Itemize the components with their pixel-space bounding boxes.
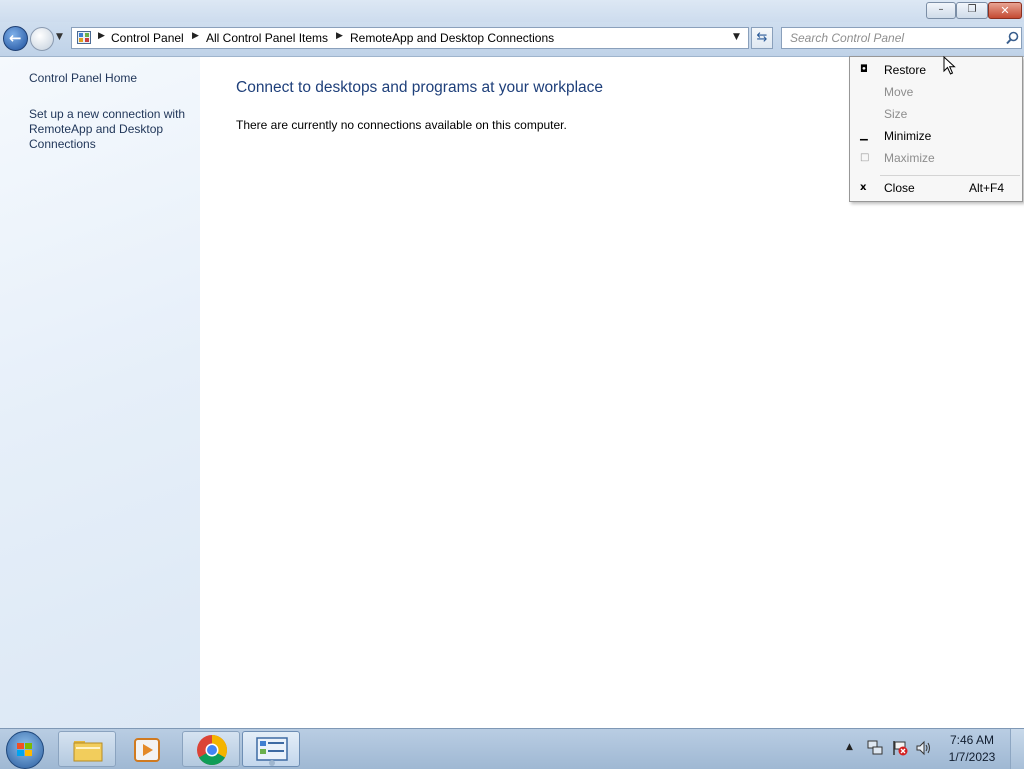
navigation-bar: ← ▼ ▶ Control Panel ▶ All Control Panel … (0, 22, 1024, 57)
menu-item-shortcut: Alt+F4 (968, 181, 1004, 195)
action-center-flag-icon[interactable] (891, 739, 909, 757)
taskbar-control-panel[interactable] (242, 731, 300, 767)
menu-item-label: Size (884, 107, 908, 121)
mouse-cursor-icon (943, 56, 956, 75)
start-button[interactable] (6, 731, 44, 769)
breadcrumb-all-items[interactable]: All Control Panel Items (206, 31, 328, 45)
menu-item-size: Size (850, 104, 1022, 124)
back-button[interactable]: ← (3, 26, 28, 51)
restore-icon: ❐ (967, 4, 977, 15)
address-bar[interactable]: ▶ Control Panel ▶ All Control Panel Item… (71, 27, 749, 49)
control-panel-window: – ❐ ✕ ← ▼ ▶ Control Panel ▶ All Control … (0, 0, 1024, 728)
menu-item-label: Move (884, 85, 914, 99)
show-hidden-icons-icon[interactable]: ▲ (846, 742, 853, 752)
taskbar-windows-explorer[interactable] (58, 731, 116, 767)
control-panel-home-link[interactable]: Control Panel Home (29, 71, 194, 86)
control-panel-icon (256, 737, 288, 766)
page-title: Connect to desktops and programs at your… (236, 79, 604, 96)
left-task-pane: Control Panel Home Set up a new connecti… (0, 57, 200, 728)
search-icon[interactable] (1006, 31, 1019, 45)
page-description: There are currently no connections avail… (236, 118, 567, 132)
system-menu: ◘ Restore Move Size ▁ Minimize □ Maximiz… (849, 56, 1023, 202)
minimize-icon: – (938, 4, 944, 15)
refresh-icon: ⇆ (756, 30, 768, 45)
breadcrumb-separator-icon[interactable]: ▶ (336, 31, 343, 41)
menu-item-move: Move (850, 82, 1022, 102)
menu-item-label: Restore (884, 63, 927, 77)
minimize-button[interactable]: – (926, 2, 956, 19)
show-desktop-button[interactable] (1010, 729, 1024, 769)
menu-item-label: Minimize (884, 129, 932, 143)
taskbar-windows-media-player[interactable] (118, 731, 176, 767)
title-bar[interactable]: – ❐ ✕ (0, 0, 1024, 22)
setup-new-connection-link[interactable]: Set up a new connection with RemoteApp a… (29, 107, 194, 152)
breadcrumb-control-panel[interactable]: Control Panel (111, 31, 184, 45)
menu-item-maximize: □ Maximize (850, 148, 1022, 168)
menu-item-label: Maximize (884, 151, 935, 165)
network-icon[interactable] (866, 739, 884, 757)
minimize-icon: ▁ (860, 130, 868, 141)
back-arrow-icon: ← (9, 29, 22, 47)
address-history-dropdown-icon[interactable]: ▼ (733, 32, 740, 42)
breadcrumb-separator-icon[interactable]: ▶ (98, 31, 105, 41)
close-icon: x (860, 182, 867, 193)
menu-item-close[interactable]: x Close Alt+F4 (850, 178, 1022, 198)
menu-item-minimize[interactable]: ▁ Minimize (850, 126, 1022, 146)
close-button[interactable]: ✕ (988, 2, 1022, 19)
taskbar: ▲ 7:46 AM 1/7/2023 (0, 728, 1024, 769)
control-panel-icon (77, 31, 91, 44)
menu-item-label: Close (884, 181, 915, 195)
breadcrumb-remoteapp[interactable]: RemoteApp and Desktop Connections (350, 31, 554, 45)
chrome-icon (197, 735, 228, 766)
volume-icon[interactable] (915, 739, 933, 757)
search-box[interactable]: Search Control Panel (781, 27, 1022, 49)
menu-item-restore[interactable]: ◘ Restore (850, 60, 1022, 80)
close-icon: ✕ (1000, 4, 1010, 17)
refresh-button[interactable]: ⇆ (751, 27, 773, 49)
recent-pages-dropdown-icon[interactable]: ▼ (56, 32, 63, 42)
search-input[interactable]: Search Control Panel (790, 31, 904, 45)
breadcrumb-separator-icon[interactable]: ▶ (192, 31, 199, 41)
menu-separator (880, 175, 1020, 176)
media-player-icon (134, 738, 160, 762)
windows-logo-icon (17, 743, 32, 756)
restore-button[interactable]: ❐ (956, 2, 988, 19)
taskbar-google-chrome[interactable] (182, 731, 240, 767)
maximize-icon: □ (860, 152, 870, 163)
forward-button[interactable] (30, 27, 54, 51)
clock-date[interactable]: 1/7/2023 (940, 750, 1004, 764)
restore-icon: ◘ (860, 64, 868, 75)
clock-time[interactable]: 7:46 AM (940, 733, 1004, 747)
folder-icon (73, 741, 103, 762)
